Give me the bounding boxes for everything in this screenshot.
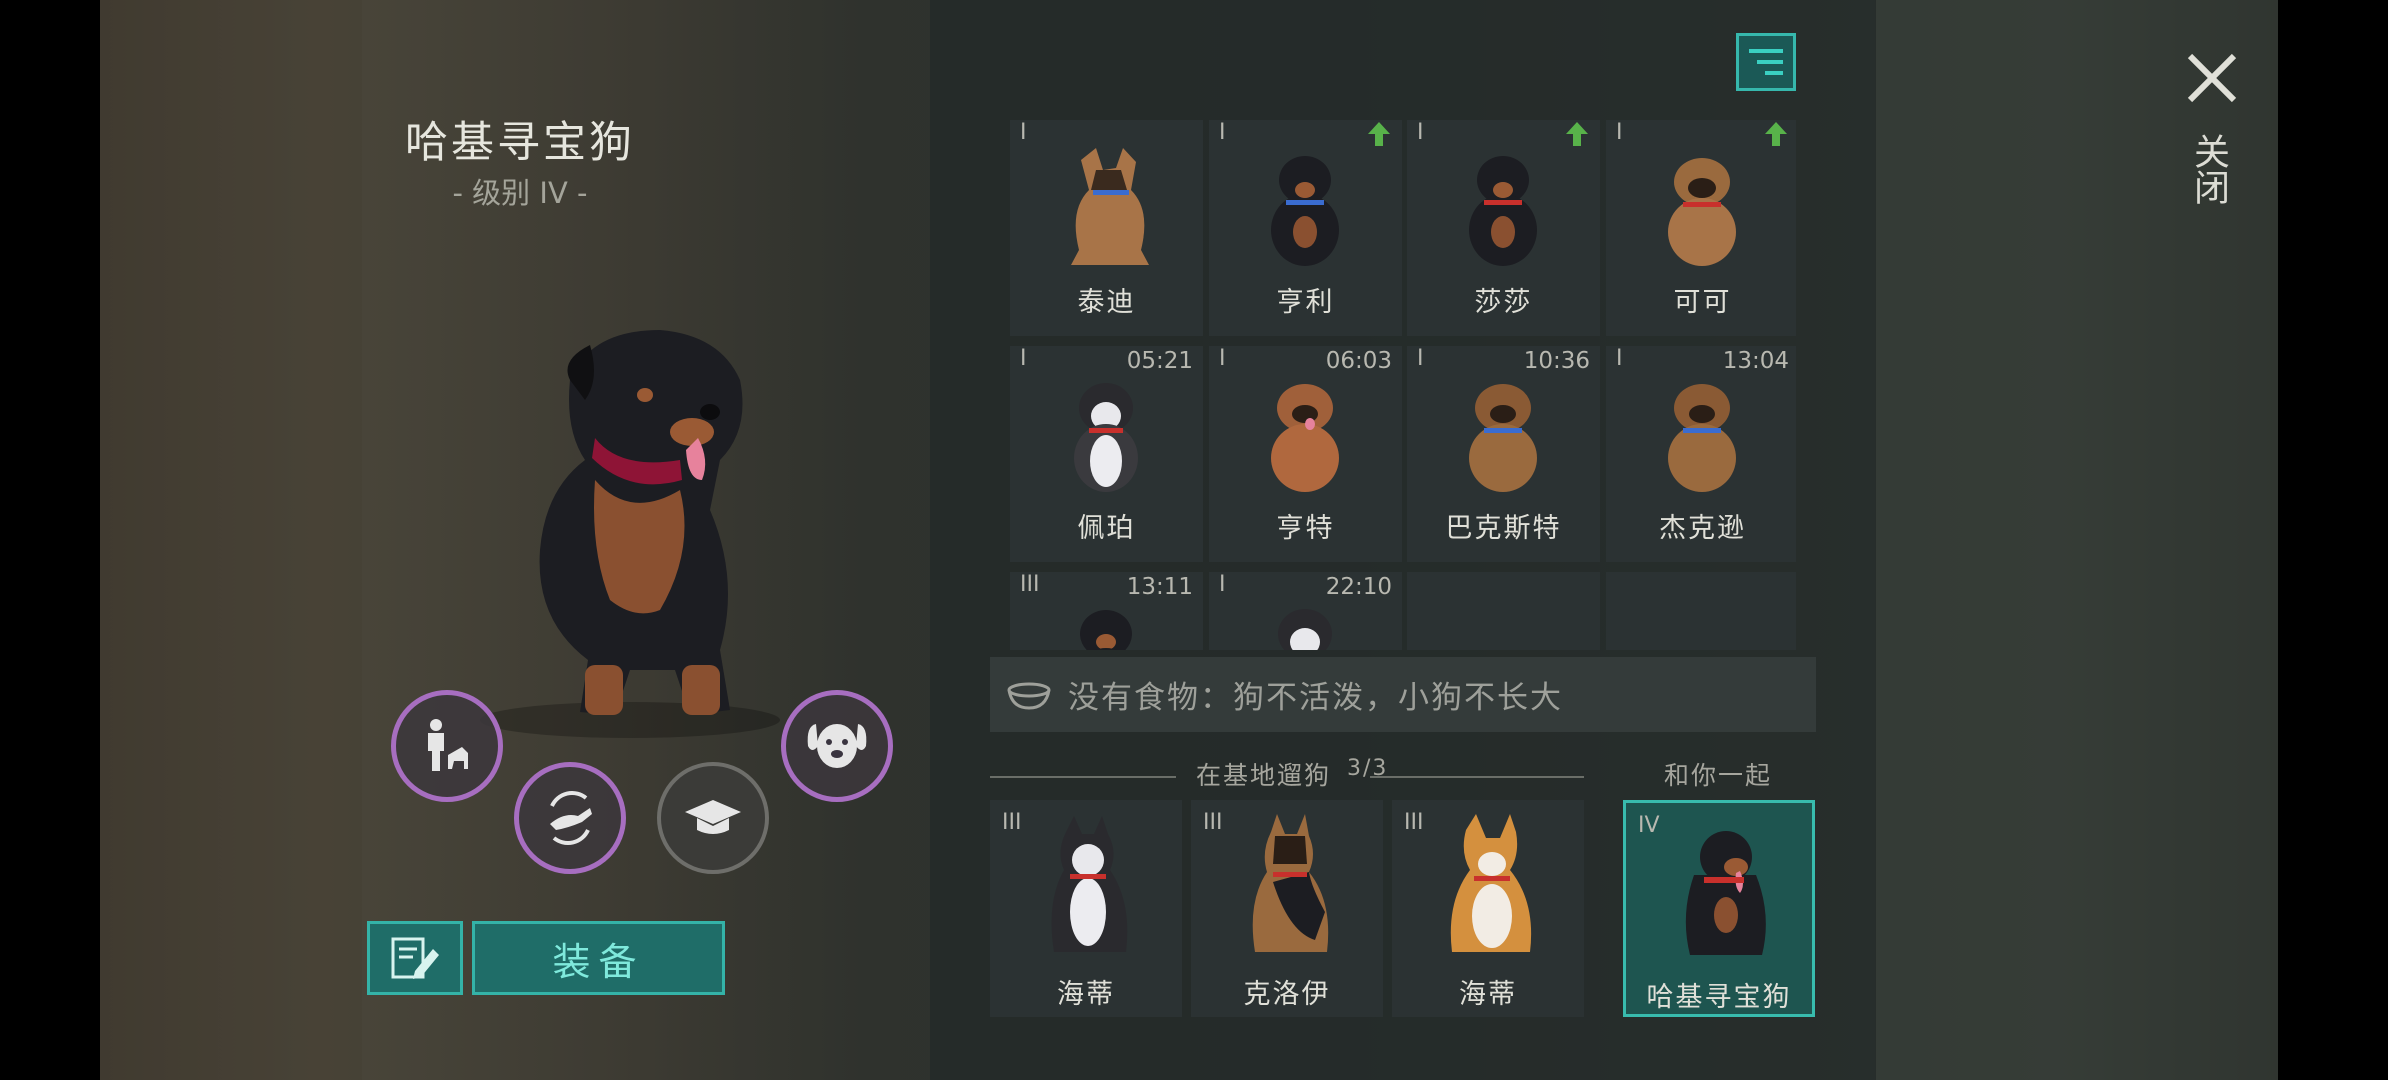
with-you-label: 和你一起 bbox=[1664, 761, 1773, 790]
dog-card[interactable]: I 06:03 亨特 bbox=[1209, 346, 1402, 562]
section-divider bbox=[990, 776, 1176, 778]
trainer-button[interactable] bbox=[391, 690, 503, 802]
dog-thumbnail bbox=[1278, 609, 1332, 650]
dog-level-label: - 级别 IV - bbox=[452, 176, 588, 210]
dog-card[interactable]: I 亨利 bbox=[1209, 120, 1402, 336]
dog-name: 克洛伊 bbox=[1243, 979, 1331, 1010]
tier-label: I bbox=[1616, 120, 1623, 145]
dog-card[interactable]: I 10:36 巴克斯特 bbox=[1407, 346, 1600, 562]
dog-thumbnail bbox=[1051, 816, 1128, 952]
dog-name: 佩珀 bbox=[1077, 513, 1136, 544]
base-section-label: 在基地遛狗 3/3 bbox=[1196, 756, 1388, 792]
edit-note-button[interactable] bbox=[367, 921, 463, 995]
base-dog-card[interactable]: III 海蒂 bbox=[990, 800, 1182, 1017]
dog-profile-button[interactable] bbox=[781, 690, 893, 802]
dog-thumbnail bbox=[1271, 156, 1339, 266]
dog-name: 哈基寻宝狗 bbox=[1646, 982, 1792, 1013]
dog-card[interactable]: I 泰迪 bbox=[1010, 120, 1203, 336]
tier-label: I bbox=[1020, 346, 1027, 371]
dog-thumbnail bbox=[1450, 814, 1532, 952]
dog-name-title: 哈基寻宝狗 bbox=[405, 118, 635, 168]
training-button[interactable] bbox=[657, 762, 769, 874]
tier-label: I bbox=[1417, 346, 1424, 371]
dog-thumbnail bbox=[1668, 158, 1736, 266]
dog-card[interactable]: I 22:10 bbox=[1209, 572, 1402, 650]
dog-card[interactable]: I 13:04 杰克逊 bbox=[1606, 346, 1796, 562]
dog-thumbnail bbox=[1668, 384, 1736, 492]
dog-name: 亨特 bbox=[1276, 513, 1335, 544]
empty-slot bbox=[1606, 572, 1796, 650]
dog-name: 巴克斯特 bbox=[1445, 513, 1562, 544]
agility-icon bbox=[550, 791, 592, 845]
filter-icon bbox=[1749, 49, 1783, 75]
dog-grid: I 泰迪 I 亨利 I 莎莎 I 可可 I 05:21 佩珀 I 06:03 亨… bbox=[1010, 120, 1796, 650]
tier-label: III bbox=[1020, 572, 1040, 597]
dog-card[interactable]: I 莎莎 bbox=[1407, 120, 1600, 336]
equip-button[interactable]: 装备 bbox=[472, 921, 725, 995]
tier-label: I bbox=[1417, 120, 1424, 145]
dog-name: 泰迪 bbox=[1077, 287, 1136, 318]
dog-thumbnail bbox=[1271, 384, 1339, 492]
tier-label: I bbox=[1020, 120, 1027, 145]
food-status-bar: 没有食物：狗不活泼，小狗不长大 bbox=[990, 657, 1816, 732]
selected-dog-portrait bbox=[480, 330, 780, 738]
dog-card[interactable]: I 可可 bbox=[1606, 120, 1796, 336]
close-label[interactable]: 关闭 bbox=[2188, 133, 2230, 205]
food-bowl-icon bbox=[1007, 682, 1051, 710]
dog-name: 海蒂 bbox=[1057, 979, 1115, 1010]
upgrade-arrow-icon bbox=[1765, 122, 1787, 146]
dog-thumbnail bbox=[1469, 384, 1537, 492]
graduation-cap-icon bbox=[685, 800, 741, 834]
dog-name: 莎莎 bbox=[1474, 287, 1533, 318]
dog-name: 海蒂 bbox=[1459, 979, 1517, 1010]
dog-face-icon bbox=[807, 724, 867, 768]
dog-thumbnail bbox=[1469, 156, 1537, 266]
tier-label: I bbox=[1219, 346, 1226, 371]
tier-label: I bbox=[1219, 572, 1226, 597]
dog-name: 杰克逊 bbox=[1659, 513, 1746, 544]
dog-thumbnail bbox=[1074, 383, 1138, 492]
section-divider bbox=[1370, 776, 1584, 778]
dog-name: 亨利 bbox=[1276, 287, 1335, 318]
trainer-icon bbox=[428, 719, 468, 771]
dog-thumbnail bbox=[1071, 148, 1149, 265]
edit-note-icon bbox=[391, 937, 439, 979]
close-icon[interactable] bbox=[2184, 50, 2240, 106]
food-status-text: 没有食物：狗不活泼，小狗不长大 bbox=[1068, 680, 1563, 716]
base-dog-card[interactable]: III 海蒂 bbox=[1392, 800, 1584, 1017]
dog-thumbnail bbox=[1080, 610, 1132, 650]
tier-label: I bbox=[1219, 120, 1226, 145]
with-you-dog-card[interactable]: IV 哈基寻宝狗 bbox=[1623, 800, 1815, 1017]
empty-slot bbox=[1407, 572, 1600, 650]
upgrade-arrow-icon bbox=[1368, 122, 1390, 146]
upgrade-arrow-icon bbox=[1566, 122, 1588, 146]
agility-button[interactable] bbox=[514, 762, 626, 874]
dog-card[interactable]: III 13:11 bbox=[1010, 572, 1203, 650]
dog-name: 可可 bbox=[1673, 287, 1732, 318]
dog-thumbnail bbox=[1252, 814, 1329, 952]
filter-button[interactable] bbox=[1736, 33, 1796, 91]
dog-thumbnail bbox=[1685, 831, 1766, 955]
base-label: 在基地遛狗 bbox=[1196, 761, 1332, 790]
tier-label: I bbox=[1616, 346, 1623, 371]
dog-card[interactable]: I 05:21 佩珀 bbox=[1010, 346, 1203, 562]
base-dog-card[interactable]: III 克洛伊 bbox=[1191, 800, 1383, 1017]
